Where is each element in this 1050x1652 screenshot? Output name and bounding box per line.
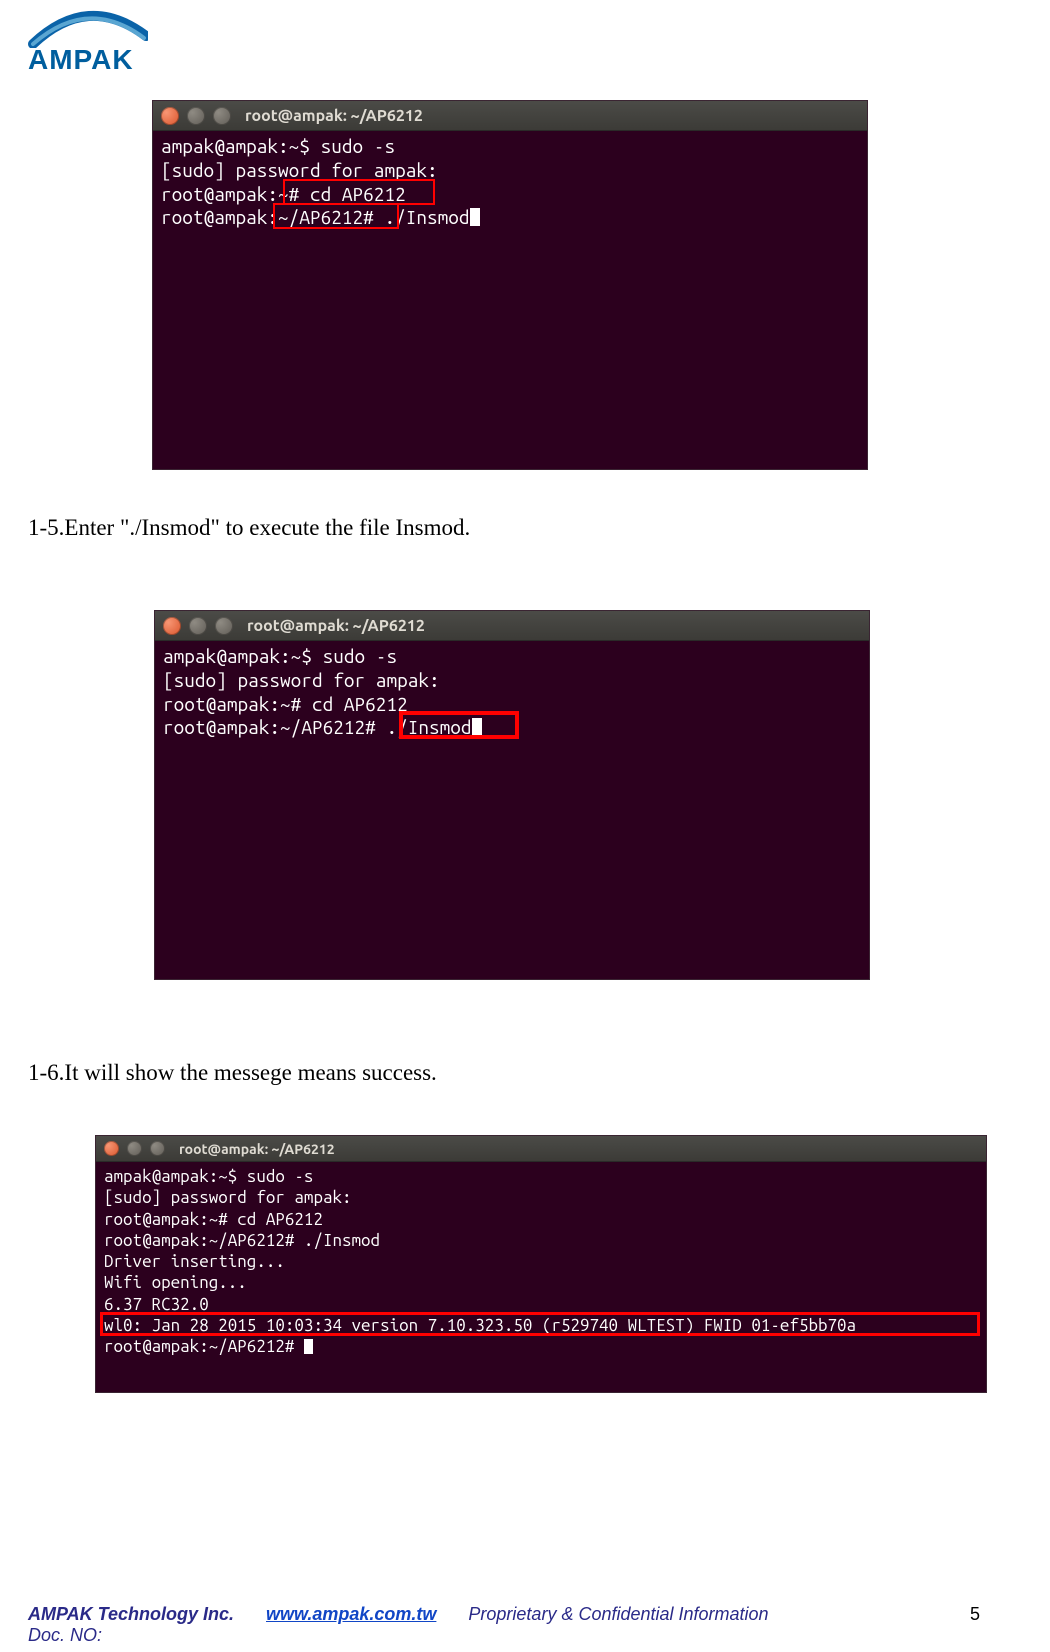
instruction-step-1-5: 1-5.Enter "./Insmod" to execute the file…	[28, 515, 470, 541]
maximize-icon	[213, 107, 231, 125]
footer-confidential: Proprietary & Confidential Information	[468, 1604, 768, 1625]
instruction-step-1-6: 1-6.It will show the messege means succe…	[28, 1060, 437, 1086]
minimize-icon	[127, 1141, 142, 1156]
terminal-titlebar: root@ampak: ~/AP6212	[96, 1136, 986, 1162]
terminal-body: ampak@ampak:~$ sudo -s [sudo] password f…	[155, 641, 869, 748]
terminal-line: root@ampak:~# cd AP6212	[104, 1210, 323, 1229]
cursor-icon	[470, 208, 480, 226]
terminal-body: ampak@ampak:~$ sudo -s [sudo] password f…	[96, 1162, 986, 1365]
cursor-icon	[472, 718, 482, 736]
close-icon	[104, 1141, 119, 1156]
terminal-line-part: root@ampak:	[161, 183, 278, 205]
terminal-line-part: root@ampak:~/AP6212#	[163, 716, 386, 738]
terminal-line-part: ./Insmod	[386, 716, 471, 738]
minimize-icon	[189, 617, 207, 635]
terminal-line: [sudo] password for ampak:	[161, 159, 438, 181]
close-icon	[161, 107, 179, 125]
terminal-line: Driver inserting...	[104, 1252, 285, 1271]
ampak-logo: AMPAK	[28, 10, 188, 70]
close-icon	[163, 617, 181, 635]
ampak-logo-text: AMPAK	[28, 44, 188, 76]
terminal-line: root@ampak:~/AP6212# ./Insmod	[104, 1231, 380, 1250]
terminal-line: wl0: Jan 28 2015 10:03:34 version 7.10.3…	[104, 1316, 856, 1335]
footer-doc-no: Doc. NO:	[28, 1625, 990, 1646]
terminal-line: root@ampak:~# cd AP6212	[163, 693, 408, 715]
terminal-line: [sudo] password for ampak:	[104, 1188, 352, 1207]
footer-page-number: 5	[970, 1604, 990, 1625]
terminal-titlebar: root@ampak: ~/AP6212	[155, 611, 869, 641]
maximize-icon	[215, 617, 233, 635]
terminal-title: root@ampak: ~/AP6212	[247, 617, 425, 635]
terminal-body: ampak@ampak:~$ sudo -s [sudo] password f…	[153, 131, 867, 238]
terminal-line-part: root@ampak	[161, 206, 267, 228]
terminal-line: ampak@ampak:~$ sudo -s	[104, 1167, 313, 1186]
terminal-title: root@ampak: ~/AP6212	[179, 1141, 335, 1157]
terminal-line-part: ~# cd AP6212	[278, 183, 406, 205]
ampak-logo-arc-icon	[28, 10, 148, 48]
footer-url-link[interactable]: www.ampak.com.tw	[266, 1604, 436, 1625]
footer-company: AMPAK Technology Inc.	[28, 1604, 234, 1625]
page-footer: AMPAK Technology Inc. www.ampak.com.tw P…	[28, 1604, 990, 1646]
terminal-line: 6.37 RC32.0	[104, 1295, 209, 1314]
terminal-titlebar: root@ampak: ~/AP6212	[153, 101, 867, 131]
cursor-icon	[304, 1339, 313, 1354]
terminal-line: Wifi opening...	[104, 1273, 247, 1292]
terminal-line: [sudo] password for ampak:	[163, 669, 440, 691]
terminal-line-part: ./Insmod	[374, 206, 470, 228]
terminal-line-part: root@ampak:~/AP6212#	[104, 1337, 304, 1356]
terminal-line: ampak@ampak:~$ sudo -s	[163, 645, 397, 667]
terminal-screenshot-3: root@ampak: ~/AP6212 ampak@ampak:~$ sudo…	[95, 1135, 987, 1393]
terminal-title: root@ampak: ~/AP6212	[245, 107, 423, 125]
terminal-screenshot-2: root@ampak: ~/AP6212 ampak@ampak:~$ sudo…	[154, 610, 870, 980]
terminal-screenshot-1: root@ampak: ~/AP6212 ampak@ampak:~$ sudo…	[152, 100, 868, 470]
terminal-line: ampak@ampak:~$ sudo -s	[161, 135, 395, 157]
minimize-icon	[187, 107, 205, 125]
maximize-icon	[150, 1141, 165, 1156]
terminal-line-part: :~/AP6212#	[267, 206, 373, 228]
